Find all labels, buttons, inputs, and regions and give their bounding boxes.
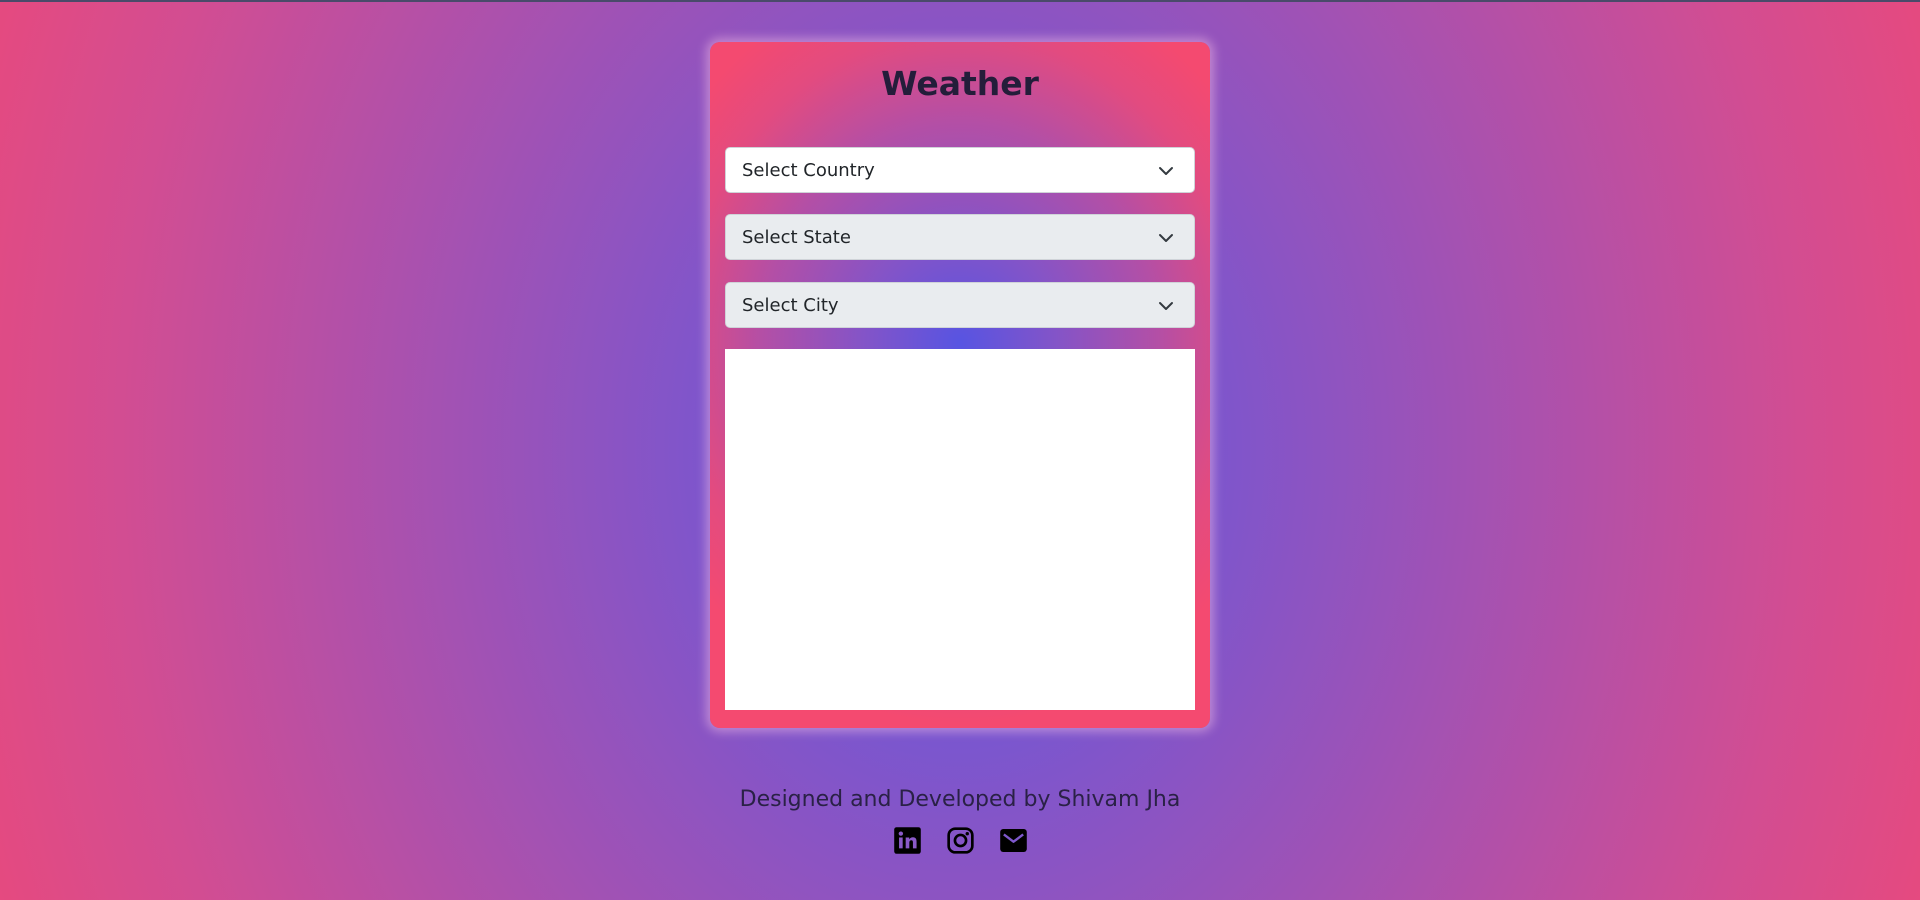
chevron-down-icon: [1159, 167, 1173, 175]
instagram-link[interactable]: [946, 826, 975, 855]
weather-card: Weather Select Country Select State Sele…: [710, 42, 1210, 728]
weather-result-panel: [725, 349, 1195, 710]
country-select-label: Select Country: [742, 159, 875, 181]
social-links: [0, 826, 1920, 855]
city-select[interactable]: Select City: [725, 282, 1195, 328]
country-select[interactable]: Select Country: [725, 147, 1195, 193]
page-title: Weather: [881, 64, 1039, 103]
chevron-down-icon: [1159, 234, 1173, 242]
state-select-label: Select State: [742, 226, 851, 248]
linkedin-icon: [893, 827, 921, 854]
email-link[interactable]: [999, 826, 1028, 855]
envelope-icon: [999, 829, 1027, 852]
instagram-icon: [946, 827, 974, 854]
city-select-label: Select City: [742, 294, 839, 316]
state-select[interactable]: Select State: [725, 214, 1195, 260]
footer-credit: Designed and Developed by Shivam Jha: [739, 787, 1181, 812]
linkedin-link[interactable]: [893, 826, 922, 855]
chevron-down-icon: [1159, 302, 1173, 310]
top-border: [0, 0, 1920, 2]
